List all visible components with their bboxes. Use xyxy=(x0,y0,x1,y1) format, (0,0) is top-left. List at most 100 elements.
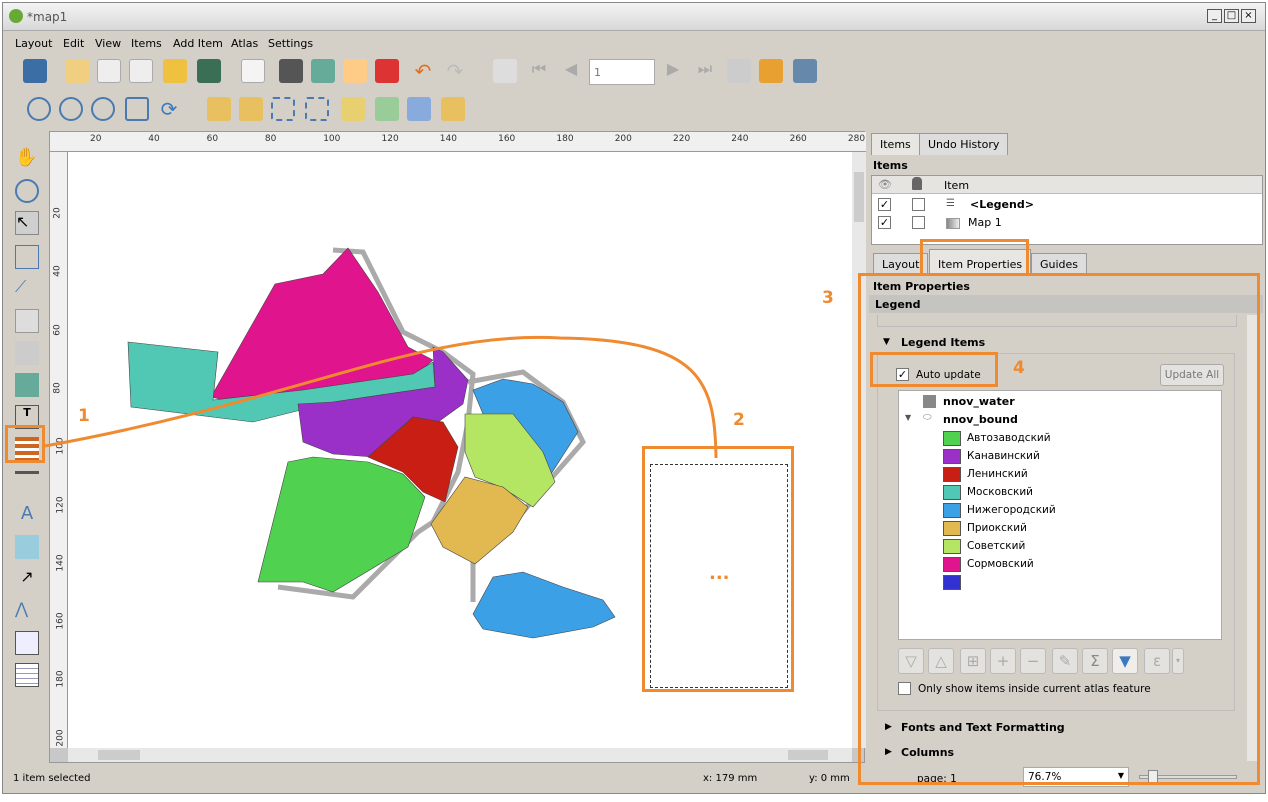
ruler-tick-label: 20 xyxy=(90,134,102,144)
open-template-icon[interactable] xyxy=(163,59,187,83)
horizontal-scrollbar[interactable] xyxy=(68,748,852,762)
export-atlas-images-icon[interactable] xyxy=(759,59,783,83)
tab-items[interactable]: Items xyxy=(871,133,920,155)
horizontal-ruler[interactable]: 20 40 60 80 100 120 140 160 180 200 220 240 260 280 xyxy=(50,132,866,152)
menu-layout[interactable]: Layout xyxy=(15,37,52,50)
item-row-map[interactable]: Map 1 xyxy=(968,216,1002,229)
close-button[interactable]: × xyxy=(1241,9,1256,23)
add-picture-icon[interactable] xyxy=(15,373,39,397)
export-pdf-icon[interactable] xyxy=(375,59,399,83)
zoom-in-icon[interactable] xyxy=(27,97,51,121)
ruler-tick-label: 180 xyxy=(556,134,574,144)
selection-status: 1 item selected xyxy=(13,773,91,784)
edit-nodes-icon[interactable]: ⟋ xyxy=(15,277,39,301)
add-shape-icon[interactable] xyxy=(15,535,39,559)
item-column-header: Item xyxy=(944,179,970,192)
annotation-2: 2 xyxy=(733,410,745,430)
first-feature-icon[interactable]: ⏮ xyxy=(527,59,551,83)
export-image-icon[interactable] xyxy=(311,59,335,83)
menu-bar: Layout Edit View Items Add Item Atlas Se… xyxy=(3,33,1265,55)
minimize-button[interactable]: _ xyxy=(1207,9,1222,23)
refresh-icon[interactable]: ⟳ xyxy=(157,97,181,121)
cursor-y: y: 0 mm xyxy=(809,773,850,784)
menu-add-item[interactable]: Add Item xyxy=(173,37,223,50)
pan-icon[interactable]: ✋ xyxy=(15,147,39,171)
tab-undo-history[interactable]: Undo History xyxy=(919,133,1009,155)
redo-icon[interactable]: ↷ xyxy=(443,59,467,83)
menu-items[interactable]: Items xyxy=(131,37,162,50)
add-3d-map-icon[interactable] xyxy=(15,341,39,365)
new-layout-icon[interactable] xyxy=(65,59,89,83)
print-atlas-icon[interactable] xyxy=(727,59,751,83)
zoom-tool-icon[interactable] xyxy=(15,179,39,203)
ruler-tick-label: 200 xyxy=(614,134,632,144)
menu-edit[interactable]: Edit xyxy=(63,37,84,50)
add-north-arrow-icon[interactable]: A xyxy=(15,503,39,527)
ruler-tick-label: 60 xyxy=(206,134,219,144)
next-feature-icon[interactable]: ▶ xyxy=(661,59,685,83)
atlas-page-input[interactable]: 1 xyxy=(589,59,655,85)
annotation-box-properties-panel xyxy=(858,273,1260,785)
qgis-logo-icon xyxy=(9,9,23,23)
legend-visible-checkbox[interactable]: ✓ xyxy=(878,198,891,211)
align-icon[interactable] xyxy=(375,97,399,121)
add-map-icon[interactable] xyxy=(15,309,39,333)
zoom-out-icon[interactable] xyxy=(59,97,83,121)
add-html-icon[interactable] xyxy=(15,631,39,655)
duplicate-layout-icon[interactable] xyxy=(97,59,121,83)
legend-lock-checkbox[interactable] xyxy=(912,198,925,211)
undo-icon[interactable]: ↶ xyxy=(411,59,435,83)
district-nizhegorodsky-south xyxy=(472,571,616,639)
lock-items-icon[interactable] xyxy=(207,97,231,121)
item-row-legend[interactable]: <Legend> xyxy=(970,198,1034,211)
distribute-icon[interactable] xyxy=(407,97,431,121)
print-icon[interactable] xyxy=(279,59,303,83)
raise-items-icon[interactable] xyxy=(341,97,365,121)
ruler-tick-label: 120 xyxy=(55,495,66,514)
last-feature-icon[interactable]: ⏭ xyxy=(693,59,717,83)
add-arrow-icon[interactable]: ↗ xyxy=(15,567,39,591)
ungroup-icon[interactable] xyxy=(305,97,329,121)
ruler-tick-label: 160 xyxy=(498,134,516,144)
annotation-4: 4 xyxy=(1013,358,1025,378)
menu-settings[interactable]: Settings xyxy=(268,37,313,50)
new-page-icon[interactable] xyxy=(241,59,265,83)
export-svg-icon[interactable] xyxy=(343,59,367,83)
map-visible-checkbox[interactable]: ✓ xyxy=(878,216,891,229)
menu-view[interactable]: View xyxy=(95,37,121,50)
map-lock-checkbox[interactable] xyxy=(912,216,925,229)
add-node-item-icon[interactable]: ⋀ xyxy=(15,599,39,623)
visibility-column-icon: 👁 xyxy=(878,178,892,191)
prev-feature-icon[interactable]: ◀ xyxy=(559,59,583,83)
save-template-icon[interactable] xyxy=(197,59,221,83)
annotation-3: 3 xyxy=(822,288,834,308)
menu-atlas[interactable]: Atlas xyxy=(231,37,258,50)
ruler-tick-label: 260 xyxy=(789,134,807,144)
status-bar: 1 item selected x: 179 mm y: 0 mm xyxy=(3,767,865,791)
move-content-icon[interactable] xyxy=(15,245,39,269)
ruler-tick-label: 200 xyxy=(55,729,66,747)
annotation-box-legend-tool xyxy=(5,425,45,463)
zoom-full-icon[interactable] xyxy=(125,97,149,121)
vertical-ruler[interactable]: 20 40 60 80 100 120 140 160 180 200 xyxy=(50,152,68,748)
atlas-preview-icon[interactable] xyxy=(493,59,517,83)
select-tool-icon[interactable]: ↖ xyxy=(15,211,39,235)
ruler-tick-label: 180 xyxy=(55,670,66,688)
ruler-tick-label: 100 xyxy=(55,437,66,455)
legend-item-icon: ☰ xyxy=(946,198,955,209)
ruler-tick-label: 60 xyxy=(52,323,63,336)
tab-guides[interactable]: Guides xyxy=(1031,253,1088,275)
annotation-1: 1 xyxy=(78,406,90,426)
maximize-button[interactable]: □ xyxy=(1224,9,1239,23)
layout-manager-icon[interactable] xyxy=(129,59,153,83)
add-scalebar-icon[interactable] xyxy=(15,471,39,495)
group-icon[interactable] xyxy=(271,97,295,121)
atlas-settings-icon[interactable] xyxy=(793,59,817,83)
zoom-actual-icon[interactable] xyxy=(91,97,115,121)
save-icon[interactable] xyxy=(23,59,47,83)
resize-icon[interactable] xyxy=(441,97,465,121)
ruler-tick-label: 140 xyxy=(55,554,66,572)
unlock-items-icon[interactable] xyxy=(239,97,263,121)
add-attribute-table-icon[interactable] xyxy=(15,663,39,687)
ruler-tick-label: 240 xyxy=(731,134,749,144)
